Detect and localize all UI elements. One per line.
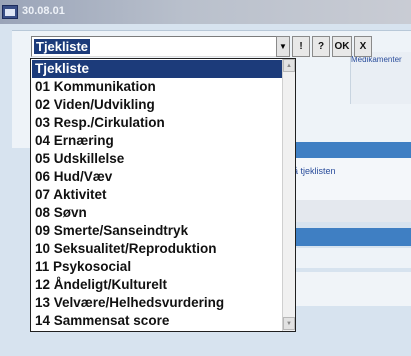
- dropdown-item[interactable]: 11 Psykosocial: [32, 258, 282, 276]
- content-row: [285, 272, 411, 306]
- ok-button[interactable]: OK: [332, 36, 352, 57]
- section-header-bar: [285, 228, 411, 246]
- exclaim-button[interactable]: !: [292, 36, 310, 57]
- help-button[interactable]: ?: [312, 36, 330, 57]
- checklist-combo[interactable]: Tjekliste: [31, 36, 290, 57]
- help-icon: ?: [317, 41, 325, 52]
- dropdown-item[interactable]: 09 Smerte/Sanseindtryk: [32, 222, 282, 240]
- dropdown-item[interactable]: 12 Åndeligt/Kulturelt: [32, 276, 282, 294]
- dropdown-item[interactable]: 04 Ernæring: [32, 132, 282, 150]
- dropdown-item[interactable]: 10 Seksualitet/Reproduktion: [32, 240, 282, 258]
- dropdown-item[interactable]: 13 Velvære/Helhedsvurdering: [32, 294, 282, 312]
- chevron-down-icon: ▼: [286, 320, 292, 327]
- dropdown-scrollbar[interactable]: ▲ ▼: [282, 59, 295, 331]
- scroll-up-button[interactable]: ▲: [283, 59, 295, 72]
- ok-label: OK: [334, 41, 350, 52]
- checklist-dropdown[interactable]: Tjekliste 01 Kommunikation 02 Viden/Udvi…: [30, 58, 296, 332]
- window-titlebar: 30.08.01: [0, 0, 411, 24]
- combo-value: Tjekliste: [34, 39, 91, 54]
- dropdown-item[interactable]: 07 Aktivitet: [32, 186, 282, 204]
- content-row: [285, 248, 411, 268]
- chevron-up-icon: ▲: [286, 62, 292, 69]
- close-icon: X: [359, 41, 367, 52]
- chevron-down-icon: ▼: [279, 42, 287, 51]
- dropdown-item[interactable]: 06 Hud/Væv: [32, 168, 282, 186]
- dropdown-item[interactable]: 05 Udskillelse: [32, 150, 282, 168]
- scroll-down-button[interactable]: ▼: [283, 317, 295, 330]
- combo-dropdown-button[interactable]: ▼: [276, 36, 290, 57]
- section-header-bar: [285, 142, 411, 158]
- content-row: [285, 158, 411, 200]
- dropdown-item[interactable]: 03 Resp./Cirkulation: [32, 114, 282, 132]
- dropdown-item[interactable]: 14 Sammensat score: [32, 312, 282, 330]
- close-button[interactable]: X: [354, 36, 372, 57]
- exclaim-icon: !: [299, 41, 303, 52]
- dropdown-item[interactable]: 01 Kommunikation: [32, 78, 282, 96]
- dropdown-item[interactable]: 02 Viden/Udvikling: [32, 96, 282, 114]
- dropdown-item[interactable]: 08 Søvn: [32, 204, 282, 222]
- dropdown-item[interactable]: Tjekliste: [32, 60, 282, 78]
- window-icon: [2, 5, 18, 19]
- window-title: 30.08.01: [22, 5, 65, 17]
- content-row: [285, 200, 411, 222]
